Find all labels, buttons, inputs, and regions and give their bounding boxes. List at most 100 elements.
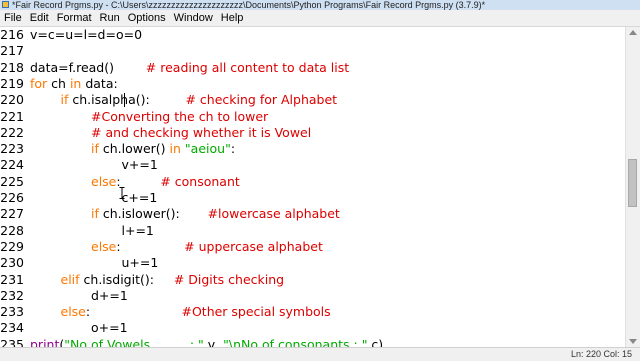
code-token: "No of Vowels : " — [64, 336, 204, 347]
line-number: 233 — [0, 304, 24, 320]
status-bar: Ln: 220 Col: 15 — [0, 347, 640, 361]
line-number: 217 — [0, 43, 24, 59]
line-number: 228 — [0, 222, 24, 238]
python-idle-icon — [2, 1, 9, 8]
code-token: #lowercase alphabet — [207, 206, 340, 222]
code-line[interactable]: if ch.isalpha(): # checking for Alphabet — [61, 92, 338, 108]
code-token: data=f.read() — [30, 59, 146, 75]
scroll-up-arrow-icon[interactable] — [629, 30, 637, 35]
menu-edit[interactable]: Edit — [26, 10, 53, 26]
code-token: else — [91, 238, 117, 254]
window-title: *Fair Record Prgms.py - C:\Users\zzzzzzz… — [12, 0, 486, 10]
code-token: : — [116, 238, 185, 254]
menu-file[interactable]: File — [0, 10, 26, 26]
menu-window[interactable]: Window — [170, 10, 217, 26]
line-number: 234 — [0, 320, 24, 336]
code-token: ch.lower() — [98, 141, 170, 157]
line-number-gutter: 216 217 218 219 220 221 222 223 224 225 226 227 228 2… — [0, 27, 26, 347]
mouse-ibeam-icon — [119, 187, 124, 199]
line-number: 230 — [0, 255, 24, 271]
line-number: 216 — [0, 27, 24, 42]
text-cursor — [123, 93, 125, 108]
code-token: in — [69, 75, 82, 91]
code-token: l+=1 — [121, 222, 154, 238]
cursor-position: Ln: 220 Col: 15 — [570, 349, 632, 359]
code-token: # consonant — [160, 173, 240, 189]
line-number: 231 — [0, 271, 24, 287]
code-token: else — [91, 173, 117, 189]
menu-bar: File Edit Format Run Options Window Help — [0, 10, 640, 27]
menu-help[interactable]: Help — [217, 10, 248, 26]
code-line[interactable]: else: # consonant — [91, 174, 240, 190]
scroll-down-arrow-icon[interactable] — [629, 339, 637, 344]
code-line[interactable]: else: # uppercase alphabet — [91, 239, 323, 255]
line-number: 227 — [0, 206, 24, 222]
code-line[interactable]: v=c=u=l=d=o=0 — [30, 27, 142, 43]
line-number: 225 — [0, 173, 24, 189]
code-line[interactable]: for ch in data: — [30, 76, 118, 92]
code-token: print — [30, 336, 60, 347]
line-number: 235 — [0, 336, 24, 347]
code-token: v=c=u=l=d=o=0 — [30, 27, 143, 42]
line-number: 218 — [0, 59, 24, 75]
menu-run[interactable]: Run — [96, 10, 124, 26]
menu-options[interactable]: Options — [124, 10, 170, 26]
code-token: "\nNo of consonants : " — [223, 336, 368, 347]
code-token: ch.isalpha(): — [68, 92, 186, 108]
line-number: 222 — [0, 124, 24, 140]
scrollbar-thumb[interactable] — [628, 159, 637, 207]
line-number: 220 — [0, 92, 24, 108]
code-token: else — [60, 304, 86, 320]
code-token: # reading all content to data list — [145, 59, 350, 75]
code-editor[interactable]: v=c=u=l=d=o=0 data=f.read() # reading all… — [30, 27, 624, 347]
line-number: 232 — [0, 287, 24, 303]
code-line[interactable]: u+=1 — [122, 255, 159, 271]
code-token: : — [85, 304, 182, 320]
code-token: # and checking whether it is Vowel — [91, 124, 312, 140]
line-number: 223 — [0, 141, 24, 157]
code-line[interactable]: #Converting the ch to lower — [91, 109, 268, 125]
code-token: ch.isdigit(): — [79, 271, 174, 287]
code-line[interactable]: if ch.islower(): #lowercase alphabet — [91, 206, 340, 222]
window-title-bar[interactable]: *Fair Record Prgms.py - C:\Users\zzzzzzz… — [0, 0, 640, 10]
line-number: 224 — [0, 157, 24, 173]
code-line[interactable]: else: #Other special symbols — [61, 304, 331, 320]
code-line[interactable]: v+=1 — [122, 157, 158, 173]
code-line[interactable]: # and checking whether it is Vowel — [91, 125, 311, 141]
code-token: # uppercase alphabet — [184, 238, 323, 254]
code-token: # checking for Alphabet — [185, 92, 338, 108]
code-token: u+=1 — [121, 255, 159, 271]
code-token: data: — [81, 75, 118, 91]
line-number: 226 — [0, 190, 24, 205]
code-line[interactable]: o+=1 — [91, 320, 128, 336]
code-token: if — [91, 206, 99, 222]
code-line[interactable]: c+=1 — [122, 190, 158, 206]
code-token: ,c) — [367, 336, 384, 347]
code-token: : — [230, 141, 236, 157]
code-token: for — [30, 75, 48, 91]
code-token: c+=1 — [121, 190, 158, 205]
code-token: if — [91, 141, 99, 157]
line-number: 219 — [0, 75, 24, 91]
code-token: d+=1 — [91, 287, 128, 303]
code-token: in — [169, 141, 181, 157]
code-token: "aeiou" — [184, 141, 231, 157]
code-token: o+=1 — [91, 320, 128, 336]
code-line[interactable]: l+=1 — [122, 223, 154, 239]
code-token: elif — [60, 271, 80, 287]
menu-format[interactable]: Format — [53, 10, 96, 26]
code-token: #Converting the ch to lower — [91, 108, 269, 124]
line-number: 229 — [0, 238, 24, 254]
code-token: # Digits checking — [173, 271, 285, 287]
code-token: ch.islower(): — [98, 206, 208, 222]
code-line[interactable]: d+=1 — [91, 288, 128, 304]
code-line[interactable]: if ch.lower() in "aeiou": — [91, 141, 235, 157]
code-line[interactable]: print("No of Vowels : ",v, "\nNo of cons… — [30, 337, 383, 347]
code-token: ch — [47, 75, 70, 91]
line-number: 221 — [0, 108, 24, 124]
code-line[interactable]: elif ch.isdigit(): # Digits checking — [61, 272, 285, 288]
code-line[interactable]: data=f.read() # reading all content to d… — [30, 60, 349, 76]
code-token: v+=1 — [121, 157, 158, 173]
vertical-scrollbar[interactable] — [625, 27, 640, 347]
code-token: #Other special symbols — [181, 304, 331, 320]
